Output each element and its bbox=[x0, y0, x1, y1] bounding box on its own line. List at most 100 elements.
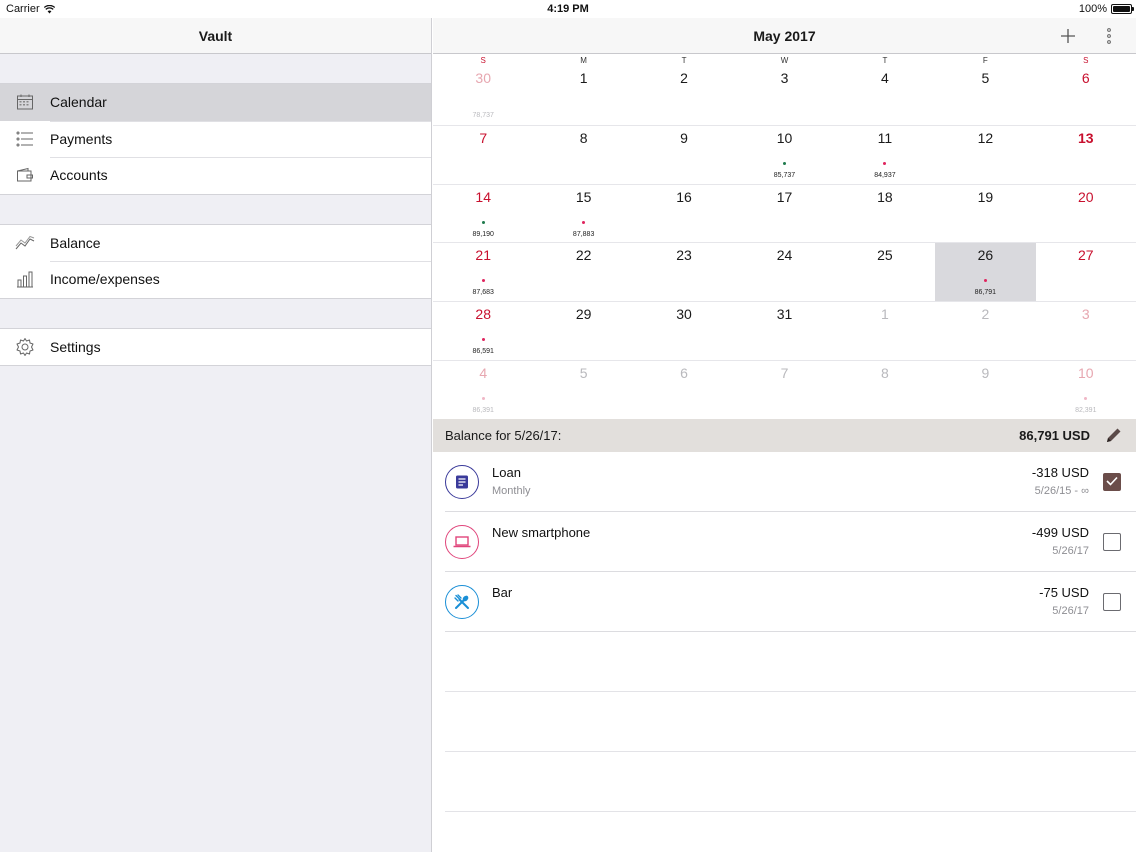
utensils-icon bbox=[445, 584, 479, 619]
payment-checkbox[interactable] bbox=[1103, 592, 1121, 611]
day-number: 7 bbox=[780, 364, 789, 381]
calendar-day[interactable]: 27 bbox=[1035, 242, 1136, 301]
weekday-label: F bbox=[982, 56, 988, 65]
calendar-day[interactable]: 5 bbox=[533, 359, 634, 419]
sidebar-item-payments[interactable]: Payments bbox=[0, 120, 431, 158]
calendar-day[interactable]: 8 bbox=[834, 359, 936, 419]
expense-dot bbox=[883, 161, 887, 165]
calendar-day[interactable]: 25 bbox=[834, 242, 936, 301]
calendar-day[interactable]: 31 bbox=[734, 301, 835, 360]
calendar-day[interactable]: 3 bbox=[734, 66, 834, 125]
sidebar-groups: Calendar Payments Accounts Balance Income/ex… bbox=[0, 54, 431, 366]
income-dot bbox=[481, 220, 485, 224]
calendar-day[interactable]: 16 bbox=[633, 183, 735, 243]
calendar-day[interactable]: 1 bbox=[834, 301, 936, 360]
payment-row[interactable]: Loan Monthly -318 USD 5/26/15 - ∞ bbox=[433, 452, 1136, 512]
calendar-day[interactable]: 30 78,737 bbox=[433, 66, 533, 125]
day-balance: 89,190 bbox=[472, 230, 494, 238]
calendar-day[interactable]: 12 bbox=[935, 124, 1036, 184]
calendar-day[interactable]: 9 bbox=[633, 124, 735, 184]
calendar-day[interactable]: 20 bbox=[1035, 183, 1136, 243]
weekday-label: T bbox=[681, 56, 687, 65]
day-number: 9 bbox=[680, 129, 688, 146]
empty-row bbox=[433, 692, 1136, 752]
empty-row bbox=[433, 632, 1136, 692]
document-icon bbox=[445, 464, 479, 499]
income-dot bbox=[782, 161, 786, 165]
calendar-day[interactable]: 7 bbox=[433, 124, 534, 184]
calendar-day[interactable]: 5 bbox=[935, 66, 1035, 125]
day-number: 8 bbox=[579, 129, 588, 146]
edit-pencil-icon[interactable] bbox=[1104, 425, 1124, 445]
calendar-day[interactable]: 13 bbox=[1035, 124, 1136, 184]
sidebar-item-label: Payments bbox=[50, 130, 113, 147]
sidebar-item-income-expenses[interactable]: Income/expenses bbox=[0, 261, 431, 298]
calendar-day[interactable]: 4 86,391 bbox=[433, 359, 534, 419]
calendar-day[interactable]: 2 bbox=[634, 66, 734, 125]
weekday-label: M bbox=[580, 56, 587, 65]
calendar-day[interactable]: 17 bbox=[734, 183, 835, 243]
day-number: 11 bbox=[877, 129, 893, 146]
calendar-day[interactable]: 28 86,591 bbox=[433, 301, 534, 360]
calendar-day[interactable]: 21 87,683 bbox=[433, 242, 534, 301]
calendar-day[interactable]: 9 bbox=[935, 359, 1036, 419]
day-number: 9 bbox=[981, 364, 990, 381]
sidebar-item-settings[interactable]: Settings bbox=[0, 329, 431, 366]
day-number: 27 bbox=[1077, 247, 1094, 264]
day-number: 18 bbox=[877, 188, 893, 205]
calendar-day[interactable]: 24 bbox=[734, 242, 835, 301]
calendar-day[interactable]: 3 bbox=[1035, 301, 1136, 360]
day-number: 31 bbox=[776, 306, 793, 323]
payment-row[interactable]: Bar -75 USD 5/26/17 bbox=[433, 572, 1136, 632]
calendar-day[interactable]: 14 89,190 bbox=[433, 183, 534, 243]
calendar-day[interactable]: 30 bbox=[633, 301, 735, 360]
weekday-label: S bbox=[480, 56, 486, 65]
day-number: 21 bbox=[475, 247, 491, 264]
calendar-day[interactable]: 23 bbox=[633, 242, 735, 301]
day-number: 17 bbox=[776, 188, 793, 205]
day-number: 1 bbox=[579, 70, 588, 86]
calendar-day[interactable]: 15 87,883 bbox=[533, 183, 634, 243]
calendar-day[interactable]: 10 85,737 bbox=[734, 124, 835, 184]
payment-row[interactable]: New smartphone -499 USD 5/26/17 bbox=[433, 512, 1136, 572]
sidebar-item-accounts[interactable]: Accounts bbox=[0, 157, 431, 194]
battery-percent: 100% bbox=[1078, 3, 1107, 15]
payment-amount: -318 USD bbox=[1031, 464, 1089, 480]
calendar-day[interactable]: 8 bbox=[533, 124, 634, 184]
calendar-day[interactable]: 7 bbox=[734, 359, 835, 419]
calendar-day[interactable]: 6 bbox=[1036, 66, 1136, 125]
calendar-day[interactable]: 19 bbox=[935, 183, 1036, 243]
sidebar-item-calendar[interactable]: Calendar bbox=[0, 84, 431, 121]
calendar-day[interactable]: 22 bbox=[533, 242, 634, 301]
sidebar-item-label: Calendar bbox=[50, 94, 107, 111]
day-number: 6 bbox=[680, 364, 688, 381]
calendar-day[interactable]: 29 bbox=[533, 301, 634, 360]
day-number: 3 bbox=[1081, 306, 1090, 323]
add-icon[interactable] bbox=[1058, 26, 1078, 46]
sidebar-item-balance[interactable]: Balance bbox=[0, 225, 431, 262]
day-balance: 84,937 bbox=[874, 171, 896, 179]
payment-checkbox[interactable] bbox=[1103, 532, 1121, 551]
calendar-day[interactable]: 6 bbox=[633, 359, 735, 419]
calendar-day[interactable]: 4 bbox=[835, 66, 935, 125]
payment-checkbox[interactable] bbox=[1103, 472, 1121, 491]
day-balance: 78,737 bbox=[472, 112, 494, 119]
calendar-day[interactable]: 18 bbox=[834, 183, 936, 243]
empty-row bbox=[433, 752, 1136, 812]
day-number: 22 bbox=[575, 247, 592, 264]
calendar-day[interactable]: 11 84,937 bbox=[834, 124, 936, 184]
expense-dot bbox=[481, 396, 485, 400]
payment-info: Loan Monthly bbox=[492, 452, 1032, 497]
calendar-day[interactable]: 1 bbox=[533, 66, 633, 125]
calendar-day[interactable]: 10 82,391 bbox=[1035, 359, 1136, 419]
sidebar-title: Vault bbox=[0, 18, 431, 54]
calendar-grid: 30 78,737 1 2 3 4 5 6 7 8 9 10 85,737 11 84,937 12 13 14 8… bbox=[433, 66, 1136, 419]
more-options-icon[interactable] bbox=[1102, 27, 1116, 45]
day-number: 8 bbox=[881, 364, 889, 381]
payment-list: Loan Monthly -318 USD 5/26/15 - ∞ New smartp… bbox=[433, 452, 1136, 632]
calendar-day[interactable]: 2 bbox=[935, 301, 1036, 360]
calendar-day[interactable]: 26 86,791 bbox=[935, 242, 1036, 302]
sidebar-item-label: Accounts bbox=[50, 167, 108, 184]
